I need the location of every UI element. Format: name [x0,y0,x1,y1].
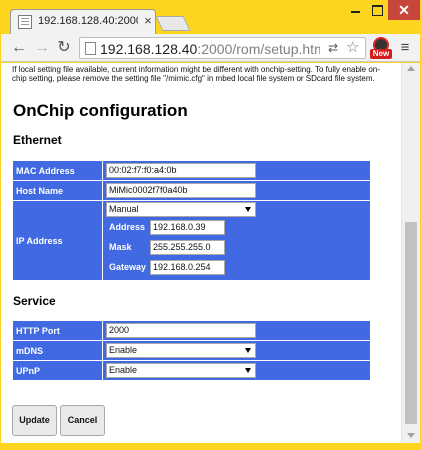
window-bottom-border [1,443,420,449]
upnp-cell: Enable [103,361,370,380]
host-cell: MiMic0002f7f0a40b [103,181,370,200]
page-icon [85,42,96,55]
page-viewport: If local setting file available, current… [1,63,401,443]
gateway-field[interactable]: 192.168.0.254 [150,260,225,275]
http-port-label: HTTP Port [13,321,102,340]
scroll-up-icon[interactable] [407,66,415,71]
mask-label: Mask [109,242,132,252]
http-port-cell: 2000 [103,321,370,340]
page-title: OnChip configuration [13,101,188,120]
mdns-row: mDNS Enable [13,341,370,360]
upnp-label: UPnP [13,361,102,380]
mac-label: MAC Address [13,161,102,180]
title-bar: 192.168.128.40:2000/rom × ✕ [0,0,421,34]
tab-close-icon[interactable]: × [142,14,154,28]
scrollbar-thumb[interactable] [405,222,417,424]
mdns-value: Enable [109,345,138,355]
mac-field[interactable]: 00:02:f7:f0:a4:0b [106,163,256,178]
upnp-row: UPnP Enable [13,361,370,380]
service-table: HTTP Port 2000 mDNS Enable UPnP Enable [13,321,370,381]
new-tab-button[interactable] [155,16,191,31]
back-arrow-icon[interactable]: ← [9,38,29,58]
ip-cell: Manual Address 192.168.0.39 Mask 255.255… [103,201,370,280]
upnp-value: Enable [109,365,138,375]
ip-mode-value: Manual [109,204,139,214]
reload-icon[interactable]: ↻ [54,38,74,58]
host-label: Host Name [13,181,102,200]
window-maximize-button[interactable] [368,0,388,20]
chevron-down-icon [245,348,251,353]
page-favicon-icon [18,15,32,29]
browser-window: 192.168.128.40:2000/rom × ✕ ← → ↻ 192.16… [0,0,421,450]
tab-title: 192.168.128.40:2000/rom [38,15,138,27]
update-button[interactable]: Update [12,405,57,436]
host-row: Host Name MiMic0002f7f0a40b [13,181,370,200]
info-note: If local setting file available, current… [12,65,380,83]
upnp-select[interactable]: Enable [106,363,256,378]
translate-icon[interactable]: ⇄ [328,41,342,55]
host-name-field[interactable]: MiMic0002f7f0a40b [106,183,256,198]
ip-mode-select[interactable]: Manual [106,202,256,217]
http-port-row: HTTP Port 2000 [13,321,370,340]
url-text[interactable]: 192.168.128.40:2000/rom/setup.html [100,40,320,58]
mdns-select[interactable]: Enable [106,343,256,358]
mac-cell: 00:02:f7:f0:a4:0b [103,161,370,180]
service-heading: Service [13,294,56,308]
ethernet-heading: Ethernet [13,133,62,147]
extension-new-badge: New [370,49,392,59]
address-label: Address [109,222,146,232]
mac-row: MAC Address 00:02:f7:f0:a4:0b [13,161,370,180]
mdns-cell: Enable [103,341,370,360]
ip-label: IP Address [13,201,102,280]
extension-icon[interactable]: New [370,36,392,59]
address-bar[interactable]: 192.168.128.40:2000/rom/setup.html ⇄ ☆ [79,37,366,59]
url-path: :2000/rom/setup.html [197,41,320,57]
ip-row: IP Address Manual Address 192.168.0.39 M… [13,201,370,280]
browser-toolbar: ← → ↻ 192.168.128.40:2000/rom/setup.html… [1,34,420,62]
browser-tab[interactable]: 192.168.128.40:2000/rom × [10,9,156,34]
vertical-scrollbar[interactable] [401,63,420,443]
address-field[interactable]: 192.168.0.39 [150,220,225,235]
mask-field[interactable]: 255.255.255.0 [150,240,225,255]
bookmark-star-icon[interactable]: ☆ [346,39,362,57]
chevron-down-icon [245,368,251,373]
window-minimize-button[interactable] [344,0,368,20]
http-port-field[interactable]: 2000 [106,323,256,338]
chevron-down-icon [245,207,251,212]
ethernet-table: MAC Address 00:02:f7:f0:a4:0b Host Name … [13,161,370,290]
scroll-down-icon[interactable] [407,433,415,438]
gateway-label: Gateway [109,262,147,272]
mdns-label: mDNS [13,341,102,360]
menu-icon[interactable]: ≡ [395,38,415,58]
window-close-button[interactable]: ✕ [388,0,420,20]
forward-arrow-icon[interactable]: → [32,38,52,58]
url-host: 192.168.128.40 [100,41,198,57]
cancel-button[interactable]: Cancel [60,405,105,436]
